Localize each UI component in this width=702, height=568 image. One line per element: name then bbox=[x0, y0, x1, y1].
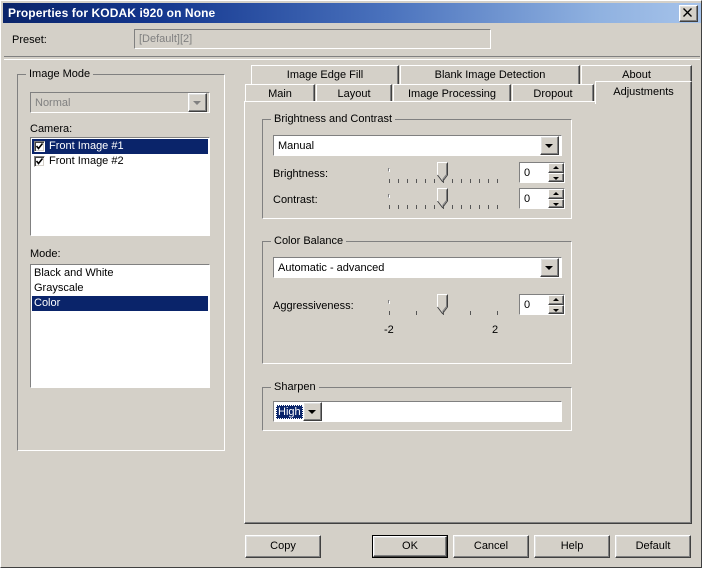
window-title: Properties for KODAK i920 on None bbox=[8, 6, 216, 20]
tab-adjustments[interactable]: Adjustments bbox=[595, 81, 692, 104]
image-mode-combo[interactable]: Normal bbox=[30, 92, 210, 113]
list-item-label: Front Image #2 bbox=[49, 155, 124, 167]
title-bar-buttons bbox=[679, 4, 698, 22]
list-item[interactable]: Grayscale bbox=[32, 281, 208, 296]
mode-listbox[interactable]: Black and White Grayscale Color bbox=[30, 264, 210, 388]
chevron-down-icon[interactable] bbox=[540, 136, 559, 155]
close-button[interactable] bbox=[679, 4, 698, 22]
spin-down-icon[interactable] bbox=[548, 198, 564, 208]
list-item-label: Front Image #1 bbox=[49, 140, 124, 152]
sharpen-group-title: Sharpen bbox=[271, 381, 319, 393]
brightness-ticks bbox=[389, 179, 498, 184]
contrast-slider[interactable] bbox=[388, 188, 498, 210]
preset-value: [Default][2] bbox=[139, 33, 193, 45]
spin-up-icon[interactable] bbox=[548, 189, 564, 199]
camera-listbox[interactable]: Front Image #1 Front Image #2 bbox=[30, 137, 210, 236]
preset-label: Preset: bbox=[12, 34, 47, 46]
contrast-value: 0 bbox=[524, 192, 531, 205]
aggressiveness-min-label: -2 bbox=[384, 324, 394, 336]
aggressiveness-slider[interactable]: -2 2 bbox=[384, 294, 498, 336]
properties-dialog: Properties for KODAK i920 on None Preset… bbox=[0, 0, 702, 568]
brightness-value: 0 bbox=[524, 166, 531, 179]
contrast-ticks bbox=[389, 205, 498, 210]
ok-button-label: OK bbox=[373, 536, 447, 557]
list-item[interactable]: Black and White bbox=[32, 266, 208, 281]
chevron-down-icon[interactable] bbox=[188, 93, 207, 112]
mode-label: Mode: bbox=[30, 248, 61, 260]
aggressiveness-spin-buttons bbox=[548, 295, 564, 314]
spin-down-icon[interactable] bbox=[548, 172, 564, 182]
color-balance-group: Color Balance Automatic - advanced Aggre… bbox=[262, 235, 572, 364]
sharpen-group: Sharpen High bbox=[262, 381, 572, 431]
title-bar: Properties for KODAK i920 on None bbox=[3, 3, 701, 23]
checkbox-checked-icon[interactable] bbox=[34, 141, 45, 152]
brightness-slider[interactable] bbox=[388, 162, 498, 184]
slider-track bbox=[388, 168, 390, 172]
slider-track bbox=[388, 300, 390, 304]
list-item-label: Grayscale bbox=[34, 282, 84, 294]
aggressiveness-label: Aggressiveness: bbox=[273, 300, 354, 312]
image-mode-value: Normal bbox=[35, 96, 71, 109]
tab-image-edge-fill[interactable]: Image Edge Fill bbox=[251, 65, 399, 85]
brightness-spinner[interactable]: 0 bbox=[519, 162, 565, 183]
contrast-label: Contrast: bbox=[273, 194, 318, 206]
brightness-contrast-group: Brightness and Contrast Manual Brightnes… bbox=[262, 113, 572, 219]
ok-button[interactable]: OK bbox=[372, 535, 448, 558]
default-button[interactable]: Default bbox=[615, 535, 691, 558]
brightness-contrast-group-title: Brightness and Contrast bbox=[271, 113, 396, 125]
header-divider bbox=[4, 56, 700, 60]
chevron-down-icon[interactable] bbox=[302, 402, 322, 421]
slider-track bbox=[388, 194, 390, 198]
color-balance-group-title: Color Balance bbox=[271, 235, 347, 247]
spin-up-icon[interactable] bbox=[548, 163, 564, 173]
contrast-spinner[interactable]: 0 bbox=[519, 188, 565, 209]
contrast-spin-buttons bbox=[548, 189, 564, 208]
copy-button[interactable]: Copy bbox=[245, 535, 321, 558]
list-item-label: Color bbox=[34, 297, 61, 309]
help-button[interactable]: Help bbox=[534, 535, 610, 558]
aggressiveness-value: 0 bbox=[524, 298, 531, 311]
sharpen-combo[interactable]: High bbox=[273, 401, 562, 422]
brightness-spin-buttons bbox=[548, 163, 564, 182]
aggressiveness-ticks bbox=[389, 311, 498, 316]
list-item-label: Black and White bbox=[34, 267, 114, 279]
chevron-down-icon[interactable] bbox=[540, 258, 559, 277]
color-balance-mode-value: Automatic - advanced bbox=[278, 261, 385, 274]
checkbox-checked-icon[interactable] bbox=[34, 156, 45, 167]
aggressiveness-max-label: 2 bbox=[492, 324, 499, 336]
list-item[interactable]: Color bbox=[32, 296, 208, 311]
preset-field[interactable]: [Default][2] bbox=[134, 29, 491, 49]
brightness-label: Brightness: bbox=[273, 168, 329, 180]
sharpen-value: High bbox=[276, 404, 303, 419]
spin-up-icon[interactable] bbox=[548, 295, 564, 305]
tab-blank-image-detection[interactable]: Blank Image Detection bbox=[400, 65, 580, 85]
image-mode-group-title: Image Mode bbox=[26, 68, 94, 80]
brightness-contrast-mode-combo[interactable]: Manual bbox=[273, 135, 562, 156]
color-balance-mode-combo[interactable]: Automatic - advanced bbox=[273, 257, 562, 278]
brightness-contrast-mode-value: Manual bbox=[278, 139, 315, 152]
image-mode-group: Image Mode Normal Camera: Front Image #1… bbox=[17, 68, 225, 451]
list-item[interactable]: Front Image #1 bbox=[32, 139, 208, 154]
spin-down-icon[interactable] bbox=[548, 304, 564, 314]
cancel-button[interactable]: Cancel bbox=[453, 535, 529, 558]
camera-label: Camera: bbox=[30, 123, 73, 135]
list-item[interactable]: Front Image #2 bbox=[32, 154, 208, 169]
aggressiveness-spinner[interactable]: 0 bbox=[519, 294, 565, 315]
